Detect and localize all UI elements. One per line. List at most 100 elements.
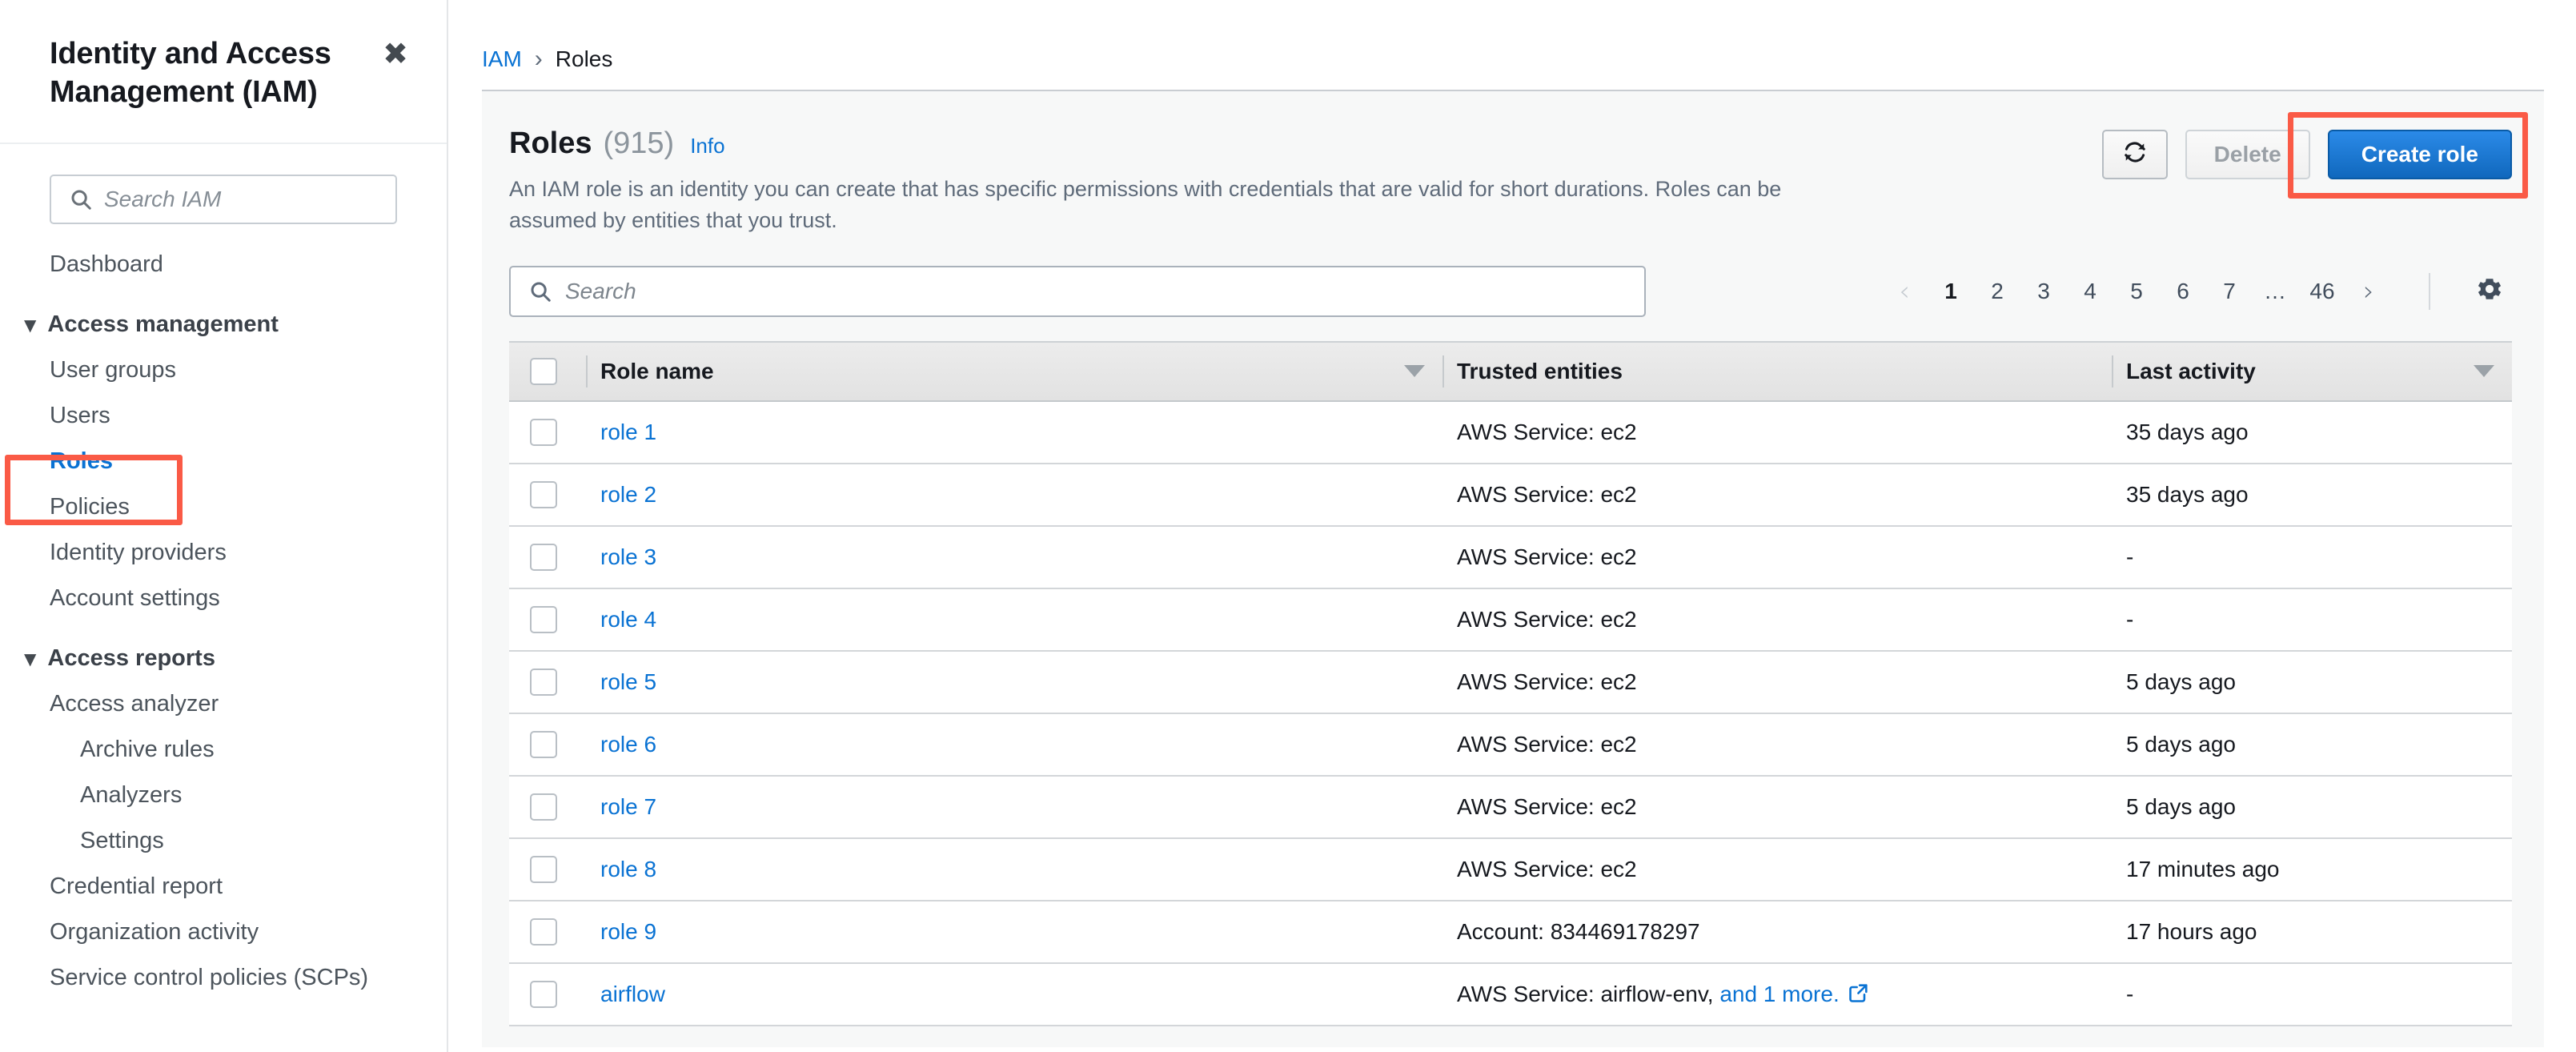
- role-name-link[interactable]: role 7: [600, 794, 656, 819]
- sidebar-item-organization-activity[interactable]: Organization activity: [0, 909, 447, 955]
- sidebar-item-archive-rules[interactable]: Archive rules: [0, 727, 447, 773]
- info-link[interactable]: Info: [690, 134, 724, 159]
- table-search-box[interactable]: [509, 265, 1646, 317]
- role-name-link[interactable]: role 3: [600, 544, 656, 569]
- sidebar-item-account-settings[interactable]: Account settings: [0, 576, 447, 621]
- trusted-entities-cell: AWS Service: ec2: [1442, 837, 2112, 901]
- sort-icon[interactable]: [1404, 365, 1425, 378]
- select-all-checkbox[interactable]: [530, 357, 557, 385]
- trusted-entities-text: AWS Service: ec2: [1457, 793, 1637, 819]
- row-checkbox[interactable]: [530, 855, 557, 883]
- trusted-entities-cell: AWS Service: airflow-env, and 1 more.: [1442, 962, 2112, 1026]
- row-checkbox[interactable]: [530, 793, 557, 821]
- sidebar-item-dashboard[interactable]: Dashboard: [0, 242, 447, 287]
- sidebar-header: Identity and Access Management (IAM) ✖: [0, 0, 447, 144]
- sidebar-item-policies[interactable]: Policies: [0, 484, 447, 530]
- table-row: role 5 AWS Service: ec2 5 days ago: [509, 650, 2512, 714]
- row-checkbox[interactable]: [530, 917, 557, 946]
- trusted-entities-text: AWS Service: ec2: [1457, 606, 1637, 632]
- row-checkbox[interactable]: [530, 543, 557, 571]
- pagination-ellipsis: …: [2264, 278, 2288, 303]
- role-name-cell: role 9: [586, 900, 1442, 964]
- search-icon: [69, 187, 93, 211]
- breadcrumb-item-iam[interactable]: IAM: [482, 46, 522, 72]
- column-header-role-name[interactable]: Role name: [586, 340, 1442, 402]
- pagination-page-3[interactable]: 3: [2020, 268, 2067, 315]
- role-name-link[interactable]: role 1: [600, 420, 656, 444]
- create-role-button[interactable]: Create role: [2327, 130, 2512, 179]
- search-iam-box[interactable]: [50, 175, 397, 224]
- refresh-button[interactable]: [2101, 130, 2168, 179]
- column-divider: [586, 355, 588, 387]
- last-activity-cell: 35 days ago: [2112, 400, 2512, 464]
- row-checkbox[interactable]: [530, 418, 557, 446]
- pagination-page-46[interactable]: 46: [2299, 268, 2345, 315]
- role-name-link[interactable]: role 6: [600, 732, 656, 757]
- filter-row: ‹ 1234567 … 46›: [482, 237, 2544, 317]
- sidebar-item-access-analyzer[interactable]: Access analyzer: [0, 681, 447, 727]
- role-name-link[interactable]: role 5: [600, 669, 656, 694]
- preferences-button[interactable]: [2467, 269, 2512, 314]
- sidebar-item-label: Access reports: [47, 645, 215, 671]
- row-checkbox[interactable]: [530, 605, 557, 633]
- pagination-page-5[interactable]: 5: [2113, 268, 2160, 315]
- pagination-page-4[interactable]: 4: [2067, 268, 2113, 315]
- last-activity-cell: 35 days ago: [2112, 463, 2512, 527]
- trusted-entities-text: AWS Service: ec2: [1457, 731, 1637, 757]
- row-checkbox[interactable]: [530, 730, 557, 758]
- sidebar-item-access-management[interactable]: ▼ Access management: [0, 302, 447, 347]
- sidebar-item-roles[interactable]: Roles: [0, 439, 447, 484]
- sidebar-item-identity-providers[interactable]: Identity providers: [0, 530, 447, 576]
- role-name-cell: role 2: [586, 463, 1442, 527]
- delete-button[interactable]: Delete: [2185, 130, 2310, 179]
- page-title: Roles: [509, 126, 592, 160]
- row-checkbox[interactable]: [530, 668, 557, 696]
- row-checkbox[interactable]: [530, 480, 557, 508]
- panel-description: An IAM role is an identity you can creat…: [509, 177, 1782, 233]
- pagination-page-7[interactable]: 7: [2206, 268, 2253, 315]
- chevron-down-icon: ▼: [24, 648, 37, 669]
- main-content: IAM › Roles Roles (915) Info An IAM role…: [448, 0, 2576, 1052]
- sidebar-item-settings[interactable]: Settings: [0, 818, 447, 864]
- panel-actions: Delete Create role: [2101, 112, 2528, 199]
- sort-icon[interactable]: [2474, 365, 2494, 378]
- pagination-page-2[interactable]: 2: [1974, 268, 2020, 315]
- role-name-link[interactable]: role 8: [600, 857, 656, 881]
- row-checkbox[interactable]: [530, 980, 557, 1008]
- column-header-trusted-entities[interactable]: Trusted entities: [1442, 340, 2112, 402]
- breadcrumb: IAM › Roles: [448, 0, 2576, 78]
- trusted-entities-text: AWS Service: airflow-env,: [1457, 981, 1714, 1006]
- table-row: role 3 AWS Service: ec2 -: [509, 525, 2512, 589]
- column-header-last-activity[interactable]: Last activity: [2112, 340, 2512, 402]
- pagination-page-6[interactable]: 6: [2160, 268, 2206, 315]
- table-row: role 9 Account: 834469178297 17 hours ago: [509, 900, 2512, 964]
- trusted-entities-cell: AWS Service: ec2: [1442, 463, 2112, 527]
- sidebar-item-service-control-policies-scps[interactable]: Service control policies (SCPs): [0, 955, 447, 1001]
- trusted-entities-more-link[interactable]: and 1 more.: [1719, 982, 1839, 1006]
- table-row: role 7 AWS Service: ec2 5 days ago: [509, 775, 2512, 839]
- sidebar-item-credential-report[interactable]: Credential report: [0, 864, 447, 909]
- search-input[interactable]: [565, 278, 1630, 304]
- chevron-down-icon: ▼: [24, 315, 37, 335]
- sidebar-item-users[interactable]: Users: [0, 393, 447, 439]
- sidebar-item-analyzers[interactable]: Analyzers: [0, 773, 447, 818]
- role-name-link[interactable]: airflow: [600, 982, 665, 1006]
- external-link-icon[interactable]: [1848, 982, 1870, 1004]
- breadcrumb-separator-icon: ›: [534, 46, 543, 72]
- pagination-next-icon[interactable]: ›: [2345, 268, 2392, 315]
- role-name-link[interactable]: role 4: [600, 607, 656, 632]
- sidebar-item-access-reports[interactable]: ▼ Access reports: [0, 636, 447, 681]
- row-select-cell: [509, 400, 586, 464]
- table-row: role 8 AWS Service: ec2 17 minutes ago: [509, 837, 2512, 901]
- close-icon[interactable]: ✖: [383, 38, 408, 69]
- pagination-page-1[interactable]: 1: [1928, 268, 1974, 315]
- trusted-entities-cell: AWS Service: ec2: [1442, 713, 2112, 777]
- sidebar-item-user-groups[interactable]: User groups: [0, 347, 447, 393]
- role-name-link[interactable]: role 2: [600, 482, 656, 507]
- role-name-link[interactable]: role 9: [600, 919, 656, 944]
- row-select-cell: [509, 900, 586, 964]
- breadcrumb-item-roles: Roles: [555, 46, 613, 71]
- search-iam-input[interactable]: [104, 187, 383, 212]
- sidebar-nav: Dashboard ▼ Access management User groups Us…: [0, 242, 447, 1001]
- table-row: role 6 AWS Service: ec2 5 days ago: [509, 713, 2512, 777]
